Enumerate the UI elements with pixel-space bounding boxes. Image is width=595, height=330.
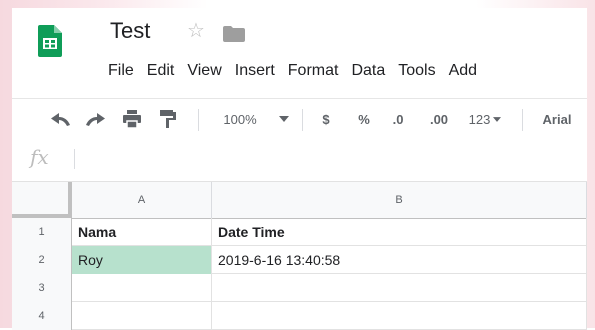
formula-input[interactable] bbox=[82, 147, 582, 171]
zoom-select[interactable]: 100% bbox=[212, 99, 268, 139]
table-row: 3 bbox=[12, 274, 587, 302]
menu-data[interactable]: Data bbox=[351, 62, 385, 80]
menu-insert[interactable]: Insert bbox=[235, 62, 275, 80]
cell-a4[interactable] bbox=[72, 302, 212, 330]
toolbar-divider bbox=[302, 109, 303, 131]
document-title[interactable]: Test bbox=[110, 18, 150, 44]
chevron-down-icon[interactable] bbox=[274, 99, 294, 139]
decrease-decimal-button[interactable]: .0 bbox=[384, 99, 412, 139]
formula-bar: fx bbox=[12, 139, 587, 182]
cell-b2[interactable]: 2019-6-16 13:40:58 bbox=[212, 246, 587, 274]
font-select[interactable]: Arial bbox=[532, 99, 582, 139]
paint-format-icon[interactable] bbox=[154, 99, 182, 139]
formula-divider bbox=[74, 149, 75, 169]
select-all-corner[interactable] bbox=[12, 182, 72, 218]
table-row: 2 Roy 2019-6-16 13:40:58 bbox=[12, 246, 587, 274]
row-header[interactable]: 4 bbox=[12, 302, 72, 330]
increase-decimal-label: .00 bbox=[429, 111, 449, 127]
menu-bar: File Edit View Insert Format Data Tools … bbox=[108, 62, 490, 80]
table-row: 4 bbox=[12, 302, 587, 330]
folder-icon[interactable] bbox=[223, 26, 245, 42]
menu-file[interactable]: File bbox=[108, 62, 134, 80]
chevron-down-icon bbox=[493, 116, 502, 122]
cell-b4[interactable] bbox=[212, 302, 587, 330]
menu-tools[interactable]: Tools bbox=[398, 62, 435, 80]
redo-icon[interactable] bbox=[82, 99, 110, 139]
sheets-logo-icon[interactable] bbox=[38, 25, 62, 57]
menu-format[interactable]: Format bbox=[288, 62, 339, 80]
cell-b1[interactable]: Date Time bbox=[212, 218, 587, 246]
zoom-value: 100% bbox=[223, 111, 257, 127]
menu-edit[interactable]: Edit bbox=[147, 62, 175, 80]
toolbar: 100% $ % .0 .00 123 Arial bbox=[12, 98, 587, 140]
undo-icon[interactable] bbox=[46, 99, 74, 139]
star-icon[interactable]: ☆ bbox=[187, 18, 205, 43]
font-name: Arial bbox=[542, 111, 572, 127]
row-header[interactable]: 1 bbox=[12, 218, 72, 246]
more-formats-label: 123 bbox=[468, 111, 491, 127]
more-formats-button[interactable]: 123 bbox=[462, 99, 508, 139]
sheets-window: Test ☆ File Edit View Insert Format Data… bbox=[12, 8, 587, 330]
row-header[interactable]: 2 bbox=[12, 246, 72, 274]
toolbar-divider bbox=[522, 109, 523, 131]
cell-a2[interactable]: Roy bbox=[72, 246, 212, 274]
currency-button[interactable]: $ bbox=[314, 99, 338, 139]
column-header-b[interactable]: B bbox=[212, 182, 587, 218]
decrease-decimal-label: .0 bbox=[392, 111, 404, 127]
menu-addons[interactable]: Add bbox=[449, 62, 477, 80]
cell-b3[interactable] bbox=[212, 274, 587, 302]
column-header-row: A B bbox=[12, 182, 587, 219]
cell-a1[interactable]: Nama bbox=[72, 218, 212, 246]
row-header[interactable]: 3 bbox=[12, 274, 72, 302]
column-header-a[interactable]: A bbox=[72, 182, 212, 218]
percent-button[interactable]: % bbox=[352, 99, 376, 139]
cell-a3[interactable] bbox=[72, 274, 212, 302]
toolbar-divider bbox=[198, 109, 199, 131]
increase-decimal-button[interactable]: .00 bbox=[422, 99, 456, 139]
menu-view[interactable]: View bbox=[187, 62, 221, 80]
table-row: 1 Nama Date Time bbox=[12, 218, 587, 246]
fx-label: fx bbox=[30, 145, 49, 169]
print-icon[interactable] bbox=[118, 99, 146, 139]
